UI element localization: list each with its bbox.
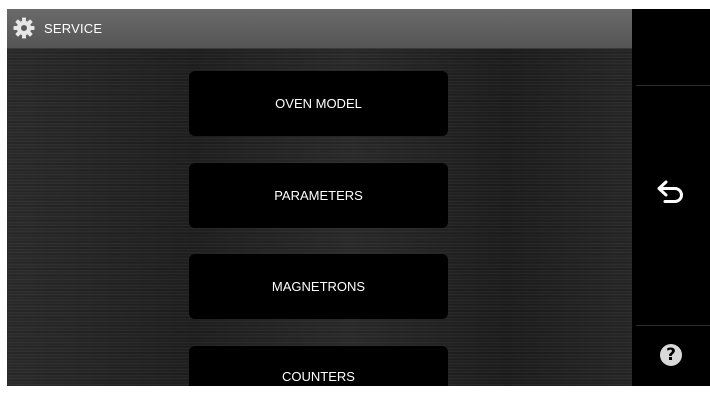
sidebar: ? <box>632 9 710 386</box>
oven-model-label: OVEN MODEL <box>275 96 362 111</box>
page-title: SERVICE <box>44 21 103 36</box>
counters-label: COUNTERS <box>282 369 355 384</box>
back-button[interactable] <box>632 159 710 229</box>
magnetrons-label: MAGNETRONS <box>271 279 366 294</box>
main-panel: SERVICE OVEN MODEL PARAMETERS MAGNETRONS… <box>7 9 632 386</box>
header-bar: SERVICE <box>7 9 632 49</box>
help-icon: ? <box>660 344 682 366</box>
magnetrons-button[interactable]: MAGNETRONS <box>189 254 448 319</box>
sidebar-divider <box>636 85 710 86</box>
oven-model-button[interactable]: OVEN MODEL <box>189 71 448 136</box>
parameters-button[interactable]: PARAMETERS <box>189 163 448 228</box>
back-arrow-icon <box>656 179 686 210</box>
parameters-label: PARAMETERS <box>274 188 363 203</box>
service-screen: SERVICE OVEN MODEL PARAMETERS MAGNETRONS… <box>7 9 710 386</box>
help-button[interactable]: ? <box>632 327 710 383</box>
counters-button[interactable]: COUNTERS <box>189 346 448 386</box>
sidebar-divider <box>636 325 710 326</box>
gear-icon <box>12 16 36 40</box>
